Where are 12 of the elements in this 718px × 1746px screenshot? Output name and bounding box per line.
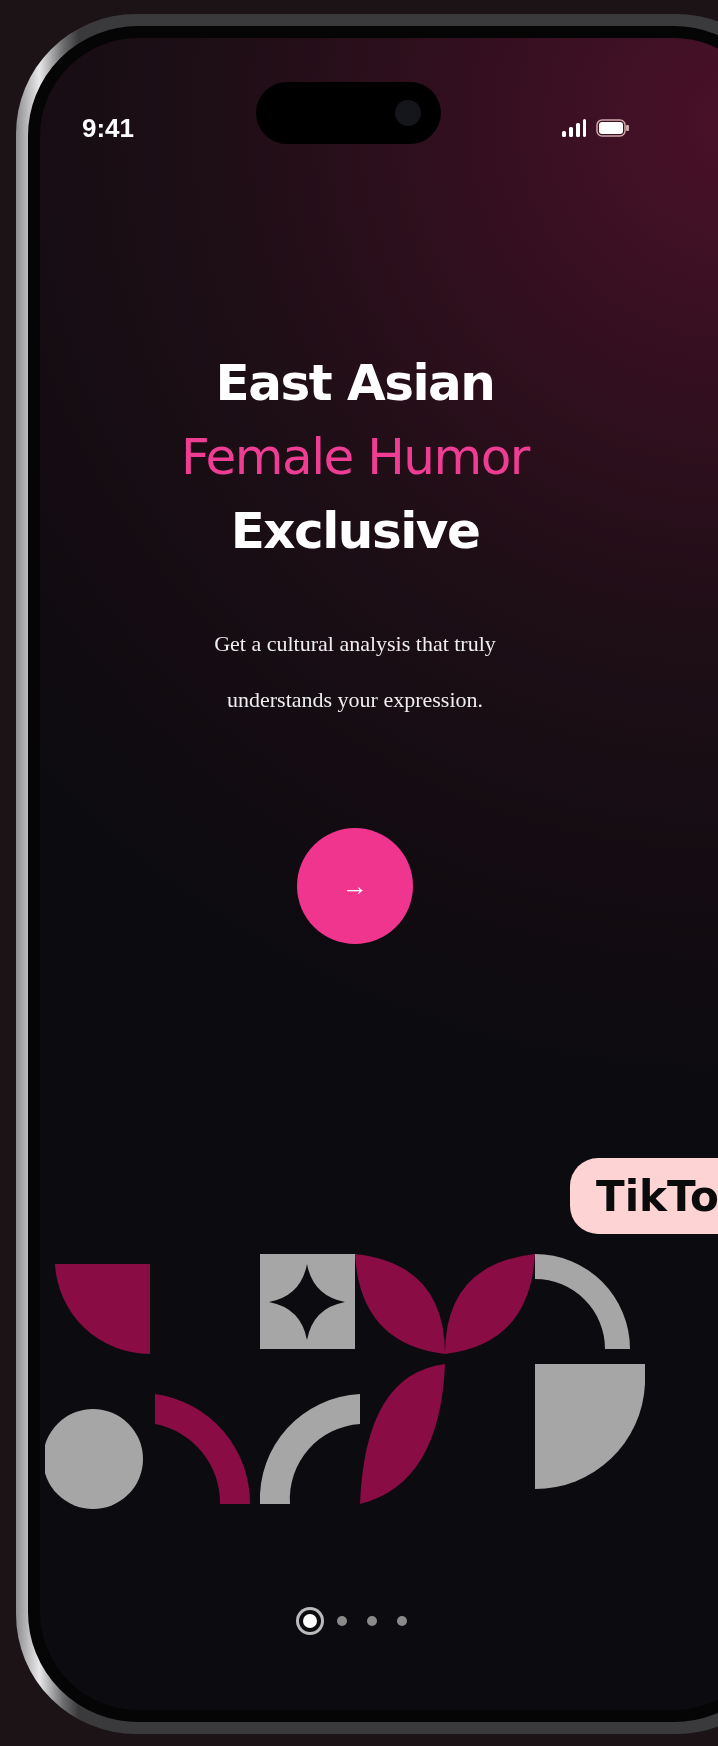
app-label-tag: TikTo (570, 1158, 718, 1234)
status-time: 9:41 (82, 112, 135, 144)
page-indicator-dot[interactable] (337, 1616, 347, 1626)
subtitle-text: Get a cultural analysis that truly understands your expression. (213, 630, 497, 714)
page-indicator-dot[interactable] (397, 1616, 407, 1626)
headline-line: Female Humor (181, 427, 529, 488)
headline-line: Exclusive (230, 501, 480, 562)
signal-icon (562, 119, 586, 137)
next-button[interactable]: → (297, 828, 413, 944)
page-indicator-dot[interactable] (367, 1616, 377, 1626)
headline-line: East Asian (215, 353, 495, 414)
battery-icon (596, 119, 630, 137)
